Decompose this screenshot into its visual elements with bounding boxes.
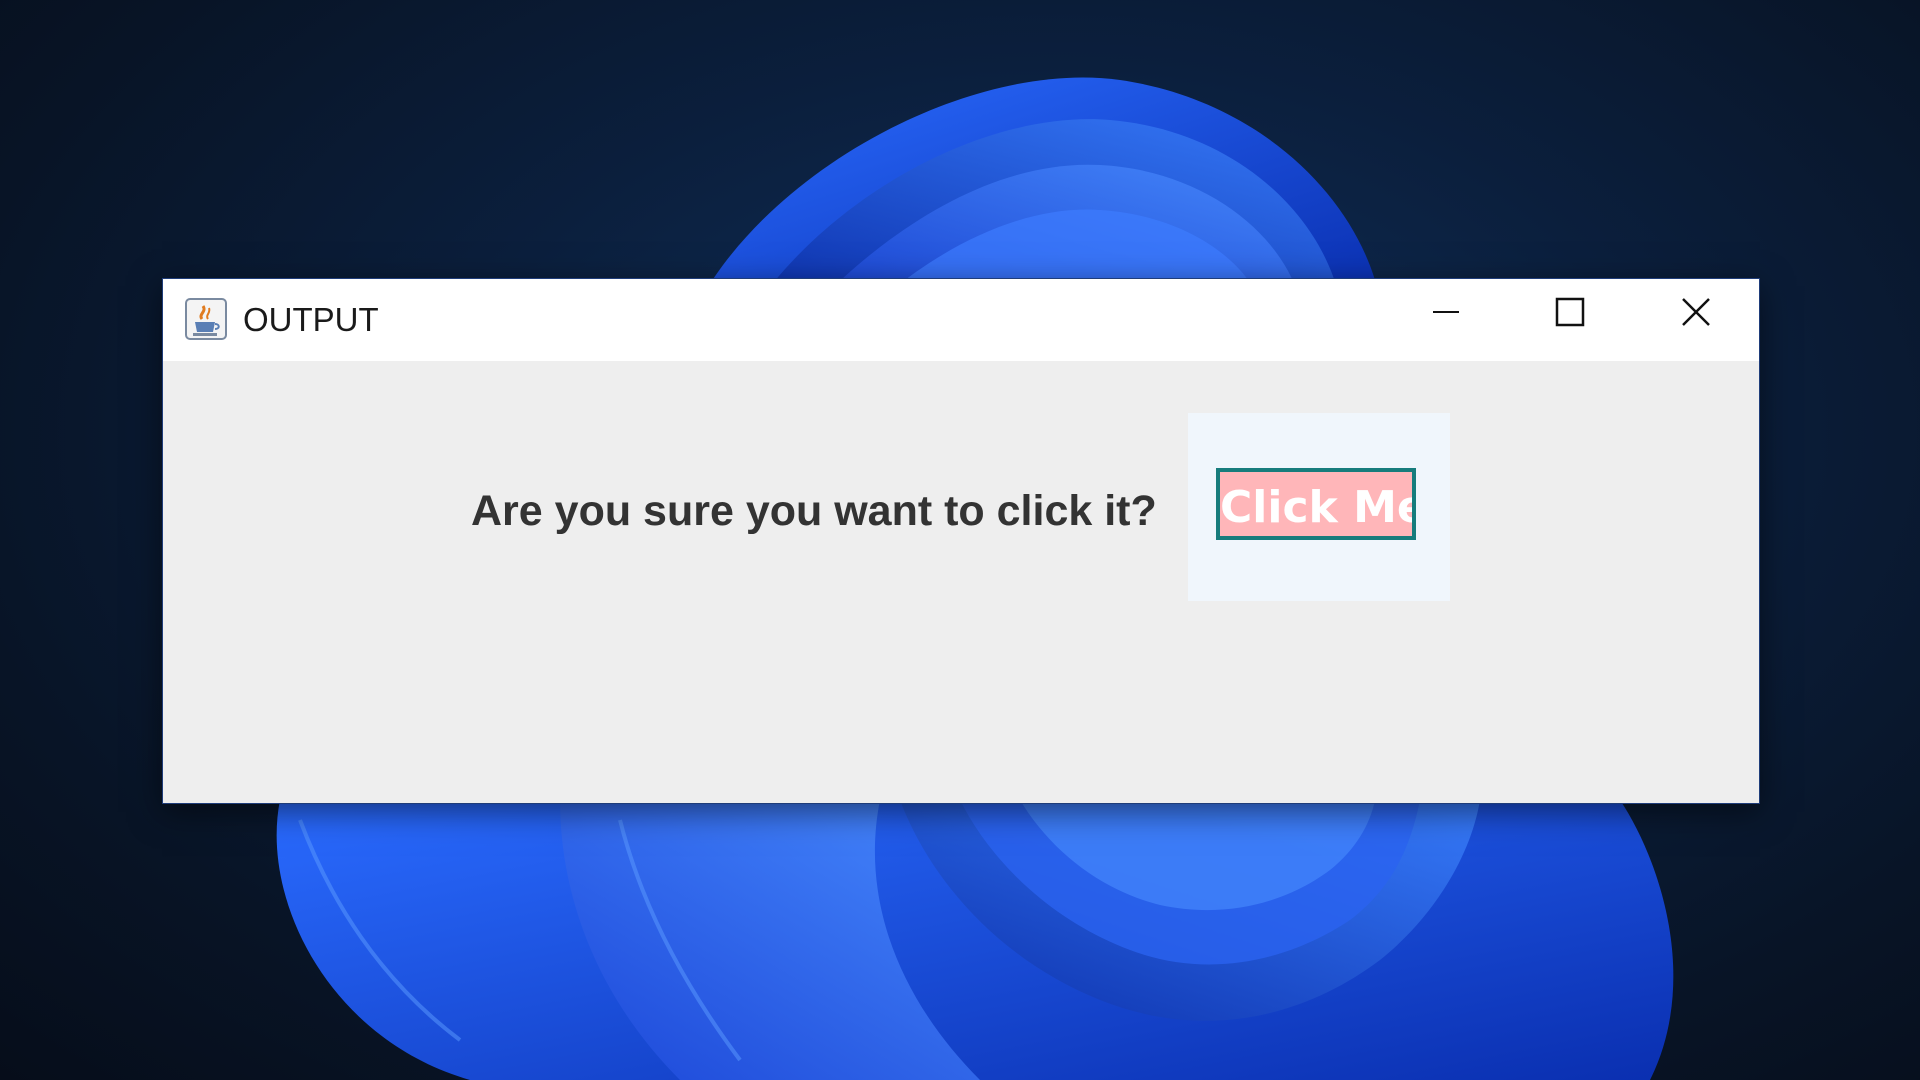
maximize-icon	[1555, 297, 1585, 327]
desktop: OUTPUT Are you sure you want to click it…	[0, 0, 1920, 1080]
java-cup-icon	[185, 298, 227, 340]
click-me-button[interactable]: Click Me	[1216, 468, 1416, 540]
window-title: OUTPUT	[243, 301, 379, 338]
close-button[interactable]	[1641, 279, 1751, 345]
close-icon	[1682, 298, 1710, 326]
title-bar[interactable]: OUTPUT	[163, 279, 1759, 361]
button-panel: Click Me	[1188, 413, 1450, 601]
minimize-button[interactable]	[1391, 279, 1501, 345]
maximize-button[interactable]	[1515, 279, 1625, 345]
content-pane: Are you sure you want to click it? Click…	[163, 361, 1759, 801]
minimize-icon	[1433, 311, 1459, 313]
prompt-label: Are you sure you want to click it?	[471, 487, 1157, 535]
output-window: OUTPUT Are you sure you want to click it…	[162, 278, 1760, 804]
